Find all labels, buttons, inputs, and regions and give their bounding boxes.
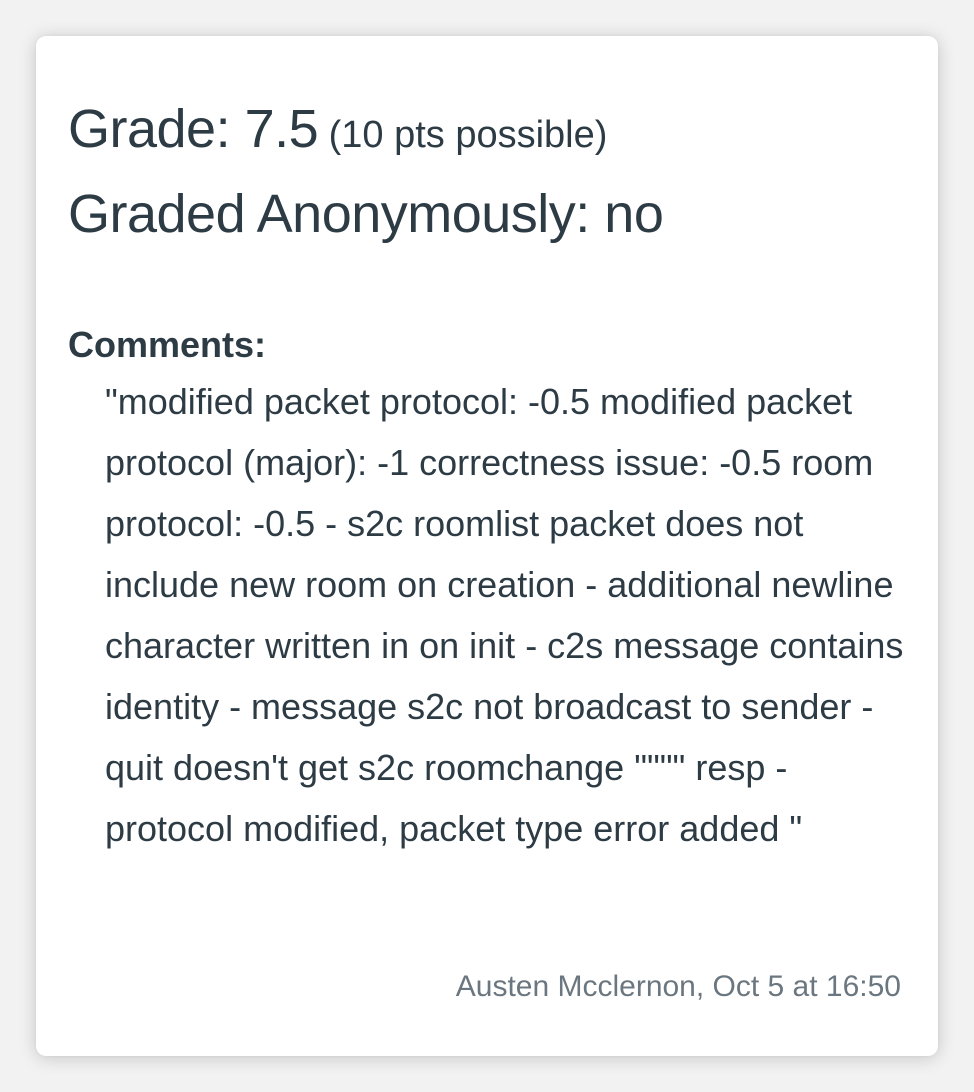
graded-anonymously: Graded Anonymously: no — [68, 184, 664, 244]
comment-text: "modified packet protocol: -0.5 modified… — [105, 381, 904, 849]
grade-heading: Grade: 7.5 (10 pts possible) — [68, 98, 607, 160]
comment-author-timestamp: Austen Mcclernon, Oct 5 at 16:50 — [455, 970, 901, 1003]
grade-value: Grade: 7.5 — [68, 99, 319, 159]
comments-label: Comments: — [68, 324, 267, 365]
grade-summary-card: Grade: 7.5 (10 pts possible) Graded Anon… — [36, 36, 938, 1056]
points-possible: (10 pts possible) — [328, 114, 608, 156]
